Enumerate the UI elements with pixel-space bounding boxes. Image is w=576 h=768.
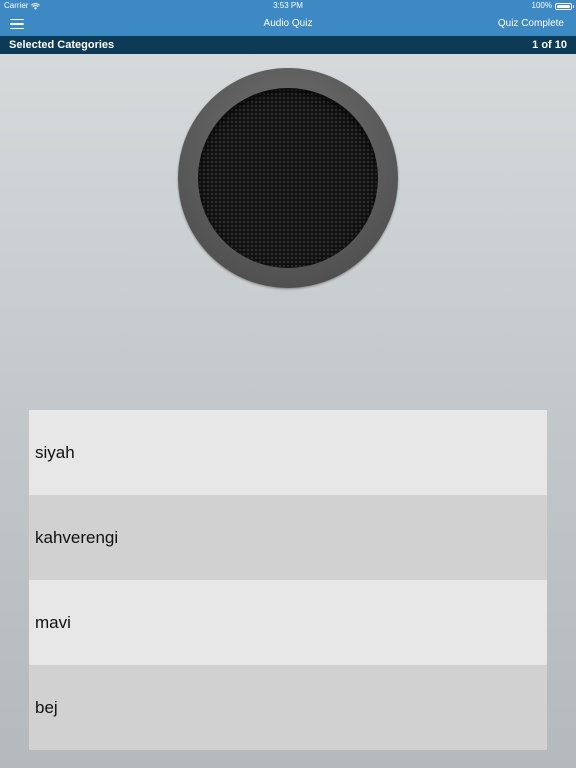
menu-line [10,27,24,30]
battery-group: 100% [531,0,574,12]
status-time: 3:53 PM [273,1,303,10]
answer-option[interactable]: siyah [29,410,547,495]
speaker-icon[interactable] [178,68,398,288]
selected-categories-label: Selected Categories [9,39,115,51]
answer-label: siyah [35,442,75,462]
navigation-bar: Audio Quiz Quiz Complete [0,12,576,36]
answer-list: siyah kahverengi mavi bej [29,410,547,750]
speaker-grille [198,88,378,268]
battery-icon [555,2,574,10]
status-bar: Carrier 3:53 PM 100% [0,0,576,12]
category-bar: Selected Categories 1 of 10 [0,36,576,54]
battery-fill [557,4,570,8]
menu-line [10,23,24,25]
answer-label: mavi [35,612,71,632]
answer-option[interactable]: bej [29,665,547,750]
battery-percent: 100% [531,1,552,10]
answer-option[interactable]: kahverengi [29,495,547,580]
answer-option[interactable]: mavi [29,580,547,665]
answer-label: kahverengi [35,527,119,547]
quiz-complete-button[interactable]: Quiz Complete [498,12,564,36]
answer-label: bej [35,697,58,717]
question-progress: 1 of 10 [532,39,567,51]
page-title: Audio Quiz [263,18,313,29]
hamburger-menu-icon[interactable] [10,17,24,31]
menu-line [10,18,24,21]
